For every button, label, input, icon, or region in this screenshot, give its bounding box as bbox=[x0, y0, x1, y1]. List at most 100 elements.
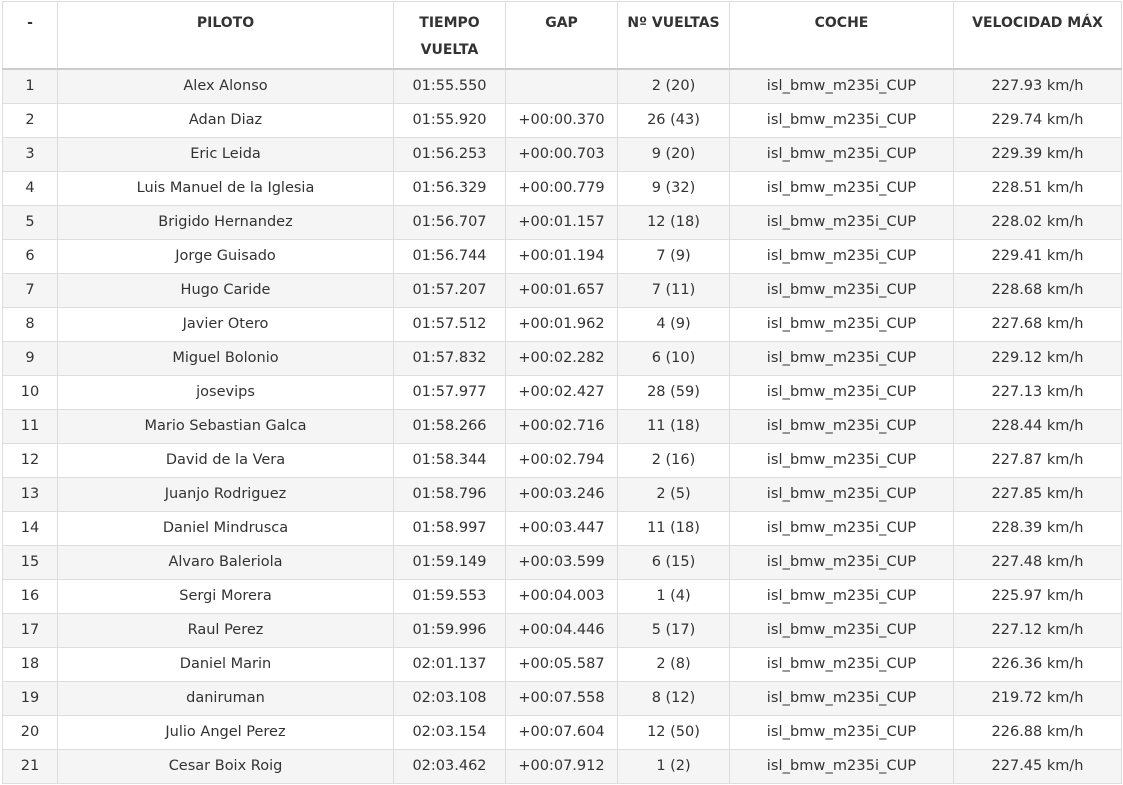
cell-lap-time: 01:57.977 bbox=[393, 374, 506, 410]
table-header: - PILOTO TIEMPO VUELTA GAP Nº VUELTAS CO… bbox=[2, 1, 1122, 70]
cell-lap-time: 01:57.512 bbox=[393, 306, 506, 342]
cell-driver: Brigido Hernandez bbox=[57, 204, 394, 240]
cell-lap-time: 01:58.344 bbox=[393, 442, 506, 478]
table-row: 19 daniruman 02:03.108 +00:07.558 8 (12) isl_… bbox=[2, 680, 1122, 716]
cell-driver: Eric Leida bbox=[57, 136, 394, 172]
cell-top-speed: 228.68 km/h bbox=[953, 272, 1122, 308]
cell-position: 3 bbox=[2, 136, 58, 172]
cell-laps: 12 (18) bbox=[617, 204, 730, 240]
cell-driver: Mario Sebastian Galca bbox=[57, 408, 394, 444]
cell-top-speed: 227.48 km/h bbox=[953, 544, 1122, 580]
header-top-speed[interactable]: VELOCIDAD MÁX bbox=[953, 1, 1122, 70]
cell-laps: 1 (4) bbox=[617, 578, 730, 614]
cell-gap: +00:02.427 bbox=[505, 374, 618, 410]
header-gap[interactable]: GAP bbox=[505, 1, 618, 70]
cell-laps: 5 (17) bbox=[617, 612, 730, 648]
cell-driver: Juanjo Rodriguez bbox=[57, 476, 394, 512]
results-table: - PILOTO TIEMPO VUELTA GAP Nº VUELTAS CO… bbox=[2, 1, 1122, 784]
cell-position: 10 bbox=[2, 374, 58, 410]
cell-laps: 6 (10) bbox=[617, 340, 730, 376]
cell-car: isl_bmw_m235i_CUP bbox=[729, 102, 954, 138]
cell-driver: Javier Otero bbox=[57, 306, 394, 342]
cell-top-speed: 227.45 km/h bbox=[953, 748, 1122, 784]
table-body: 1 Alex Alonso 01:55.550 2 (20) isl_bmw_m235i… bbox=[2, 68, 1122, 784]
cell-laps: 2 (20) bbox=[617, 68, 730, 104]
cell-driver: Sergi Morera bbox=[57, 578, 394, 614]
header-driver[interactable]: PILOTO bbox=[57, 1, 394, 70]
cell-laps: 6 (15) bbox=[617, 544, 730, 580]
cell-top-speed: 226.36 km/h bbox=[953, 646, 1122, 682]
table-row: 2 Adan Diaz 01:55.920 +00:00.370 26 (43) isl_… bbox=[2, 102, 1122, 138]
table-row: 11 Mario Sebastian Galca 01:58.266 +00:02.7… bbox=[2, 408, 1122, 444]
cell-lap-time: 02:03.108 bbox=[393, 680, 506, 716]
cell-car: isl_bmw_m235i_CUP bbox=[729, 748, 954, 784]
cell-car: isl_bmw_m235i_CUP bbox=[729, 612, 954, 648]
table-row: 3 Eric Leida 01:56.253 +00:00.703 9 (20) isl_… bbox=[2, 136, 1122, 172]
cell-car: isl_bmw_m235i_CUP bbox=[729, 68, 954, 104]
cell-position: 19 bbox=[2, 680, 58, 716]
cell-top-speed: 229.41 km/h bbox=[953, 238, 1122, 274]
cell-lap-time: 01:56.253 bbox=[393, 136, 506, 172]
cell-driver: daniruman bbox=[57, 680, 394, 716]
header-laps[interactable]: Nº VUELTAS bbox=[617, 1, 730, 70]
cell-gap bbox=[505, 68, 618, 104]
cell-driver: Jorge Guisado bbox=[57, 238, 394, 274]
cell-position: 18 bbox=[2, 646, 58, 682]
cell-position: 2 bbox=[2, 102, 58, 138]
cell-gap: +00:01.657 bbox=[505, 272, 618, 308]
cell-gap: +00:00.703 bbox=[505, 136, 618, 172]
cell-top-speed: 228.44 km/h bbox=[953, 408, 1122, 444]
table-row: 7 Hugo Caride 01:57.207 +00:01.657 7 (11) isl… bbox=[2, 272, 1122, 308]
cell-gap: +00:00.370 bbox=[505, 102, 618, 138]
cell-driver: Miguel Bolonio bbox=[57, 340, 394, 376]
cell-lap-time: 01:58.997 bbox=[393, 510, 506, 546]
cell-car: isl_bmw_m235i_CUP bbox=[729, 238, 954, 274]
cell-gap: +00:02.794 bbox=[505, 442, 618, 478]
cell-car: isl_bmw_m235i_CUP bbox=[729, 340, 954, 376]
cell-top-speed: 227.12 km/h bbox=[953, 612, 1122, 648]
cell-driver: Alvaro Baleriola bbox=[57, 544, 394, 580]
cell-lap-time: 01:56.707 bbox=[393, 204, 506, 240]
header-car[interactable]: COCHE bbox=[729, 1, 954, 70]
cell-laps: 2 (16) bbox=[617, 442, 730, 478]
table-row: 15 Alvaro Baleriola 01:59.149 +00:03.599 6 (… bbox=[2, 544, 1122, 580]
table-row: 18 Daniel Marin 02:01.137 +00:05.587 2 (8) is… bbox=[2, 646, 1122, 682]
cell-top-speed: 227.93 km/h bbox=[953, 68, 1122, 104]
cell-car: isl_bmw_m235i_CUP bbox=[729, 408, 954, 444]
cell-lap-time: 02:03.154 bbox=[393, 714, 506, 750]
cell-position: 7 bbox=[2, 272, 58, 308]
cell-laps: 8 (12) bbox=[617, 680, 730, 716]
table-row: 17 Raul Perez 01:59.996 +00:04.446 5 (17) isl… bbox=[2, 612, 1122, 648]
cell-gap: +00:07.912 bbox=[505, 748, 618, 784]
cell-gap: +00:01.962 bbox=[505, 306, 618, 342]
cell-lap-time: 02:03.462 bbox=[393, 748, 506, 784]
cell-gap: +00:00.779 bbox=[505, 170, 618, 206]
cell-gap: +00:07.604 bbox=[505, 714, 618, 750]
cell-top-speed: 228.39 km/h bbox=[953, 510, 1122, 546]
header-lap-time[interactable]: TIEMPO VUELTA bbox=[393, 1, 506, 70]
cell-car: isl_bmw_m235i_CUP bbox=[729, 170, 954, 206]
table-row: 12 David de la Vera 01:58.344 +00:02.794 2 (… bbox=[2, 442, 1122, 478]
cell-lap-time: 01:56.744 bbox=[393, 238, 506, 274]
cell-gap: +00:02.282 bbox=[505, 340, 618, 376]
table-row: 21 Cesar Boix Roig 02:03.462 +00:07.912 1 (2… bbox=[2, 748, 1122, 784]
cell-position: 14 bbox=[2, 510, 58, 546]
cell-position: 4 bbox=[2, 170, 58, 206]
cell-position: 13 bbox=[2, 476, 58, 512]
cell-gap: +00:02.716 bbox=[505, 408, 618, 444]
cell-top-speed: 227.68 km/h bbox=[953, 306, 1122, 342]
cell-car: isl_bmw_m235i_CUP bbox=[729, 204, 954, 240]
cell-driver: Daniel Mindrusca bbox=[57, 510, 394, 546]
cell-lap-time: 01:59.996 bbox=[393, 612, 506, 648]
cell-driver: Luis Manuel de la Iglesia bbox=[57, 170, 394, 206]
cell-position: 5 bbox=[2, 204, 58, 240]
cell-laps: 11 (18) bbox=[617, 510, 730, 546]
table-row: 8 Javier Otero 01:57.512 +00:01.962 4 (9) isl… bbox=[2, 306, 1122, 342]
cell-top-speed: 229.12 km/h bbox=[953, 340, 1122, 376]
header-position[interactable]: - bbox=[2, 1, 58, 70]
cell-top-speed: 227.85 km/h bbox=[953, 476, 1122, 512]
cell-position: 16 bbox=[2, 578, 58, 614]
cell-driver: David de la Vera bbox=[57, 442, 394, 478]
table-row: 16 Sergi Morera 01:59.553 +00:04.003 1 (4) is… bbox=[2, 578, 1122, 614]
cell-driver: Julio Angel Perez bbox=[57, 714, 394, 750]
